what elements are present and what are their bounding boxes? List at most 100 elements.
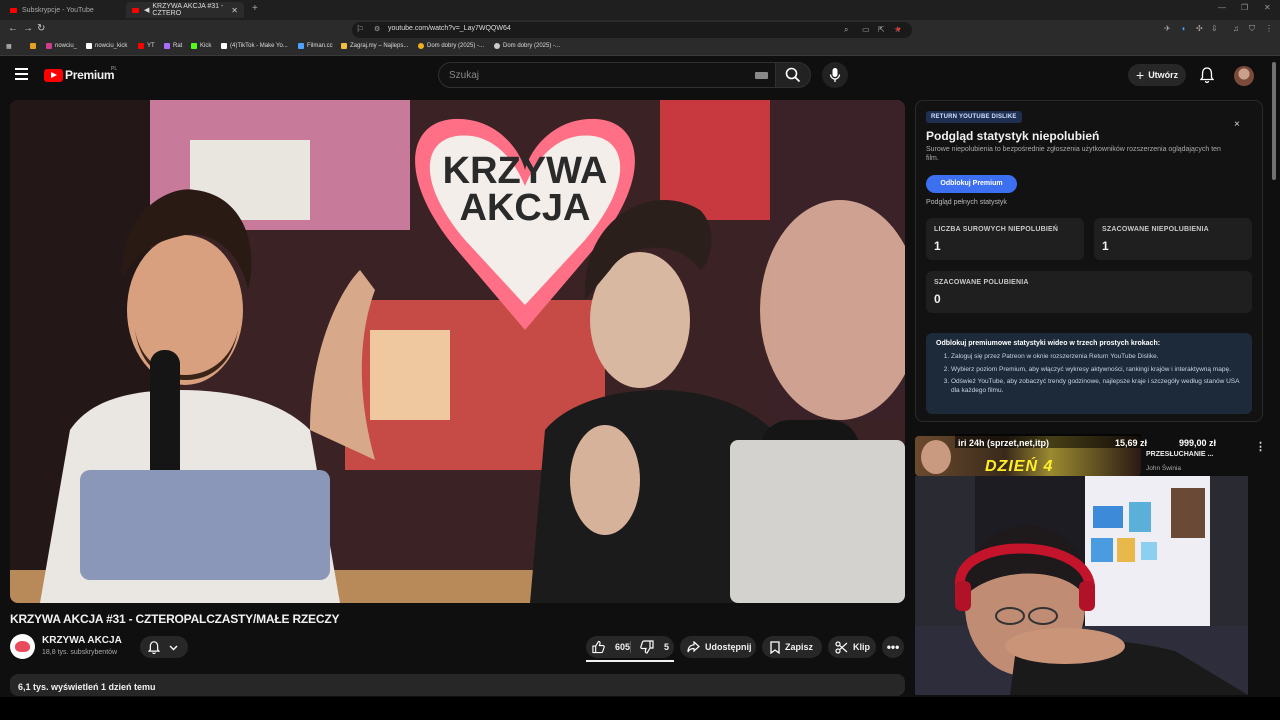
extensions-puzzle-icon[interactable]: ✣ (1196, 24, 1203, 33)
site-info-icon[interactable]: ⚙ (374, 25, 380, 33)
close-tab-icon[interactable]: ✕ (231, 6, 238, 15)
channel-name[interactable]: KRZYWA AKCJA (42, 635, 122, 646)
stat-label: SZACOWANE NIEPOLUBIENIA (1102, 226, 1209, 233)
media-control-icon[interactable]: ♫ (1233, 24, 1239, 33)
youtube-favicon-icon (132, 7, 139, 13)
full-stats-link[interactable]: Podgląd pełnych statystyk (926, 199, 1007, 206)
stat-value: 1 (1102, 239, 1109, 253)
like-button[interactable]: 605 (586, 636, 630, 658)
stream-overlay-price: 15,69 zł (1115, 438, 1148, 448)
bookmark-item[interactable]: (4)TikTok - Make Yo... (221, 43, 288, 49)
browser-tab-active[interactable]: ◀ KRZYWA AKCJA #31 - CZTERO ✕ (126, 2, 244, 18)
bookmark-save-icon (770, 640, 780, 654)
steps-list: Zaloguj się przez Patreon w oknie rozsze… (951, 353, 1247, 399)
downloads-icon[interactable]: ⇩ (1211, 24, 1218, 33)
stat-label: LICZBA SUROWYCH NIEPOLUBIEŃ (934, 226, 1059, 233)
more-vertical-icon[interactable]: ⋮ (1255, 440, 1266, 453)
recommended-video[interactable]: DZIEŃ 4 iri 24h (sprzet,net,itp) 15,69 z… (915, 434, 1275, 476)
cast-icon[interactable]: ▭ (862, 25, 870, 34)
like-count: 605 (614, 642, 630, 652)
clip-label: Klip (853, 642, 870, 652)
video-player[interactable]: KRZYWA AKCJA (10, 100, 905, 603)
extension-icon[interactable]: ✈ (1164, 24, 1171, 33)
stat-estimated-dislikes: SZACOWANE NIEPOLUBIENIA 1 (1094, 218, 1252, 260)
scissors-icon (835, 640, 848, 654)
clip-button[interactable]: Klip (828, 636, 876, 658)
create-button[interactable]: + Utwórz (1128, 64, 1186, 86)
bell-icon (148, 641, 160, 654)
bookmark-item[interactable]: nowciu_kick (86, 43, 127, 49)
zoom-icon[interactable]: ⌕ (844, 25, 848, 35)
user-avatar[interactable] (1234, 66, 1254, 86)
browser-tab-subscriptions[interactable]: Subskrypcje - YouTube (4, 2, 122, 18)
bookmark-item[interactable]: YT (138, 43, 155, 49)
reload-icon[interactable]: ↻ (37, 23, 45, 34)
stat-estimated-likes: SZACOWANE POLUBIENIA 0 (926, 271, 1252, 313)
close-window-icon[interactable]: ✕ (1264, 3, 1271, 12)
recommended-channel[interactable]: John Świnia (1146, 465, 1181, 472)
extension-ryd-icon[interactable]: ♥ (896, 25, 901, 34)
new-tab-button[interactable]: + (252, 3, 258, 14)
close-icon[interactable]: × (1234, 119, 1240, 130)
forward-icon[interactable]: → (23, 23, 33, 34)
thumbnail-big-text: DZIEŃ 4 (985, 458, 1054, 475)
more-actions-button[interactable]: ••• (882, 636, 904, 658)
share-icon (687, 641, 700, 653)
page-scrollbar[interactable] (1272, 62, 1276, 180)
menu-hamburger-icon[interactable] (15, 68, 28, 80)
keyboard-icon[interactable] (755, 72, 768, 79)
tab-title: KRZYWA AKCJA #31 - CZTERO (152, 3, 224, 17)
voice-search-button[interactable] (822, 62, 848, 88)
bookmark-item[interactable]: Filman.cc (298, 43, 333, 49)
save-button[interactable]: Zapisz (762, 636, 822, 658)
menu-dots-icon[interactable]: ⋮ (1265, 24, 1273, 33)
bookmark-item[interactable]: Rat (164, 43, 182, 49)
apps-grid-icon[interactable]: ▦ (6, 43, 12, 50)
share-label: Udostępnij (705, 642, 752, 652)
channel-avatar[interactable] (10, 634, 35, 659)
speaker-icon: ◀ (144, 7, 150, 14)
search-button[interactable] (775, 62, 811, 88)
webcam-frame (915, 476, 1248, 695)
plus-icon: + (1136, 67, 1145, 83)
share-page-icon[interactable]: ⇱ (878, 25, 885, 34)
minimize-icon[interactable]: — (1218, 3, 1226, 12)
search-box (438, 62, 776, 88)
browser-toolbar: ← → ↻ ⚐ ⚙ youtube.com/watch?v=_Lay7WQQW6… (0, 20, 1280, 40)
maximize-icon[interactable]: ❐ (1241, 3, 1248, 12)
url-text: youtube.com/watch?v=_Lay7WQQW64 (388, 25, 511, 32)
description-box[interactable]: 6,1 tys. wyświetleń 1 dzień temu (10, 674, 905, 696)
ryd-badge: RETURN YOUTUBE DISLIKE (926, 111, 1022, 123)
unlock-premium-button[interactable]: Odblokuj Premium (926, 175, 1017, 193)
shield-icon[interactable]: ⛉ (1249, 24, 1255, 34)
stat-value: 1 (934, 239, 941, 253)
address-bar[interactable]: ⚐ ⚙ youtube.com/watch?v=_Lay7WQQW64 ⌕ ▭ … (352, 22, 912, 38)
subscribed-notifications-button[interactable] (140, 636, 188, 658)
bookmark-item[interactable]: Dom dobry (2025) -... (418, 43, 484, 49)
search-input[interactable] (449, 68, 739, 82)
youtube-favicon-icon (10, 7, 17, 13)
dislike-button[interactable]: 5 (636, 636, 674, 658)
premium-logo-text[interactable]: Premium (65, 68, 115, 82)
step-item: Wybierz poziom Premium, aby włączyć wykr… (951, 366, 1247, 375)
search-icon (785, 67, 801, 83)
back-icon[interactable]: ← (8, 23, 18, 34)
bookmark-item[interactable]: Zagraj.my – Najleps... (341, 43, 408, 49)
recommended-title[interactable]: PRZESŁUCHANIE ... (1146, 451, 1213, 458)
share-button[interactable]: Udostępnij (680, 636, 756, 658)
bookmark-page-icon[interactable]: ⚐ (356, 24, 364, 35)
youtube-header: Premium PL + Utwórz (0, 57, 1280, 94)
bookmark-item[interactable]: Dom dobry (2025) -... (494, 43, 560, 49)
steps-title: Odblokuj premiumowe statystyki wideo w t… (936, 340, 1161, 347)
stat-raw-dislikes: LICZBA SUROWYCH NIEPOLUBIEŃ 1 (926, 218, 1084, 260)
notifications-bell-icon[interactable] (1200, 67, 1214, 83)
bookmark-item[interactable]: nowciu_ (46, 43, 77, 49)
dislike-count: 5 (664, 642, 670, 652)
create-label: Utwórz (1148, 70, 1179, 80)
youtube-logo-icon[interactable] (44, 69, 63, 82)
stat-value: 0 (934, 292, 941, 306)
microphone-icon (829, 68, 841, 82)
extension-blue-icon[interactable]: ◖ (1181, 24, 1186, 33)
bookmark-item[interactable] (30, 43, 39, 49)
bookmark-item[interactable]: Kick (191, 43, 211, 49)
